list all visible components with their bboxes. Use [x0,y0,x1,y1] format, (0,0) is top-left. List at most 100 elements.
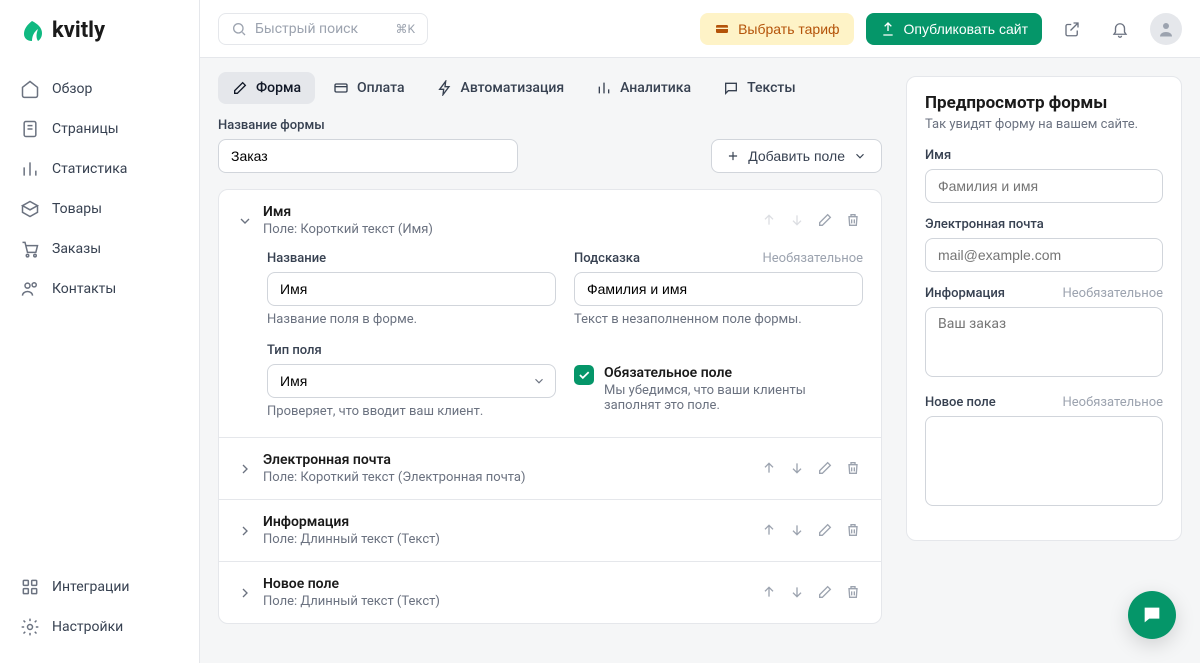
tab-automation[interactable]: Автоматизация [423,72,579,104]
move-up-button[interactable] [761,522,779,540]
preview-panel: Предпросмотр формы Так увидят форму на в… [906,76,1182,541]
field-header[interactable]: Электронная почта Поле: Короткий текст (… [219,438,881,499]
home-icon [20,79,40,99]
optional-badge: Необязательное [763,251,864,266]
chart-icon [596,80,612,96]
tab-form[interactable]: Форма [218,72,315,104]
delete-button[interactable] [845,522,863,540]
sidebar-item-label: Статистика [52,161,127,177]
preview-newfield-textarea[interactable] [925,416,1163,506]
preview-name-input[interactable] [925,169,1163,203]
field-title: Имя [263,204,751,220]
field-name-hint: Название поля в форме. [267,312,556,327]
page-icon [20,119,40,139]
field-hint-label: Подсказка [574,251,640,266]
sidebar-item-stats[interactable]: Статистика [8,149,191,189]
topbar: Быстрый поиск ⌘K Выбрать тариф Опубликов… [200,0,1200,58]
card-icon [714,21,730,37]
tab-texts[interactable]: Тексты [709,72,810,104]
move-down-button[interactable] [789,584,807,602]
tab-label: Форма [256,80,301,96]
move-down-button[interactable] [789,522,807,540]
field-header[interactable]: Имя Поле: Короткий текст (Имя) [219,190,881,251]
users-icon [20,279,40,299]
sidebar-item-pages[interactable]: Страницы [8,109,191,149]
field-name-input[interactable] [267,272,556,306]
button-label: Опубликовать сайт [904,21,1028,37]
field-title: Новое поле [263,576,751,592]
choose-tariff-button[interactable]: Выбрать тариф [700,13,853,45]
edit-icon [232,80,248,96]
grid-icon [20,577,40,597]
required-title: Обязательное поле [604,365,863,381]
publish-button[interactable]: Опубликовать сайт [866,13,1042,45]
logo-text: kvitly [52,18,105,43]
tab-payment[interactable]: Оплата [319,72,419,104]
sidebar-item-integrations[interactable]: Интеграции [8,567,191,607]
preview-field-label: Электронная почта [925,217,1163,232]
move-up-button[interactable] [761,460,779,478]
sidebar-item-products[interactable]: Товары [8,189,191,229]
field-type-select[interactable] [267,364,556,398]
sidebar-item-label: Настройки [52,619,123,635]
tabs: Форма Оплата Автоматизация Аналитика [218,58,882,118]
avatar[interactable] [1150,13,1182,45]
sidebar-item-orders[interactable]: Заказы [8,229,191,269]
edit-button[interactable] [817,584,835,602]
move-down-button[interactable] [789,460,807,478]
field-subtitle: Поле: Длинный текст (Текст) [263,594,751,609]
tab-label: Аналитика [620,80,691,96]
delete-button[interactable] [845,212,863,230]
sidebar-item-contacts[interactable]: Контакты [8,269,191,309]
gear-icon [20,617,40,637]
field-title: Информация [263,514,751,530]
tab-analytics[interactable]: Аналитика [582,72,705,104]
field-subtitle: Поле: Длинный текст (Текст) [263,532,751,547]
message-icon [723,80,739,96]
tab-label: Автоматизация [461,80,565,96]
preview-field-label: Информация [925,286,1005,301]
preview-email-input[interactable] [925,238,1163,272]
logo[interactable]: kvitly [0,0,199,61]
button-label: Добавить поле [748,148,845,164]
sidebar-item-overview[interactable]: Обзор [8,69,191,109]
move-down-button [789,212,807,230]
sidebar-item-label: Обзор [52,81,92,97]
optional-badge: Необязательное [1063,395,1164,410]
delete-button[interactable] [845,584,863,602]
field-header[interactable]: Информация Поле: Длинный текст (Текст) [219,500,881,561]
preview-field-label: Новое поле [925,395,996,410]
preview-info-textarea[interactable] [925,307,1163,377]
search-input[interactable]: Быстрый поиск ⌘K [218,13,428,45]
required-sub: Мы убедимся, что ваши клиенты заполнят э… [604,383,863,413]
add-field-button[interactable]: Добавить поле [711,139,882,173]
form-name-input[interactable] [218,139,518,173]
field-header[interactable]: Новое поле Поле: Длинный текст (Текст) [219,562,881,623]
required-checkbox[interactable] [574,365,594,385]
field-type-label: Тип поля [267,343,556,358]
optional-badge: Необязательное [1063,286,1164,301]
move-up-button[interactable] [761,584,779,602]
sidebar-item-label: Товары [52,201,102,217]
chart-icon [20,159,40,179]
search-placeholder: Быстрый поиск [255,21,358,37]
preview-field-label: Имя [925,148,1163,163]
sidebar-item-settings[interactable]: Настройки [8,607,191,647]
edit-button[interactable] [817,212,835,230]
field-row: Новое поле Поле: Длинный текст (Текст) [219,562,881,623]
sidebar: kvitly Обзор Страницы Статистика Товары … [0,0,200,663]
field-hint-input[interactable] [574,272,863,306]
preview-title: Предпросмотр формы [925,93,1163,113]
field-subtitle: Поле: Короткий текст (Электронная почта) [263,470,751,485]
edit-button[interactable] [817,522,835,540]
field-name-label: Название [267,251,556,266]
delete-button[interactable] [845,460,863,478]
notifications-button[interactable] [1102,11,1138,47]
button-label: Выбрать тариф [738,21,839,37]
search-kbd: ⌘K [395,22,415,36]
leaf-icon [20,19,44,43]
edit-button[interactable] [817,460,835,478]
cart-icon [20,239,40,259]
chat-button[interactable] [1128,591,1176,639]
external-link-button[interactable] [1054,11,1090,47]
